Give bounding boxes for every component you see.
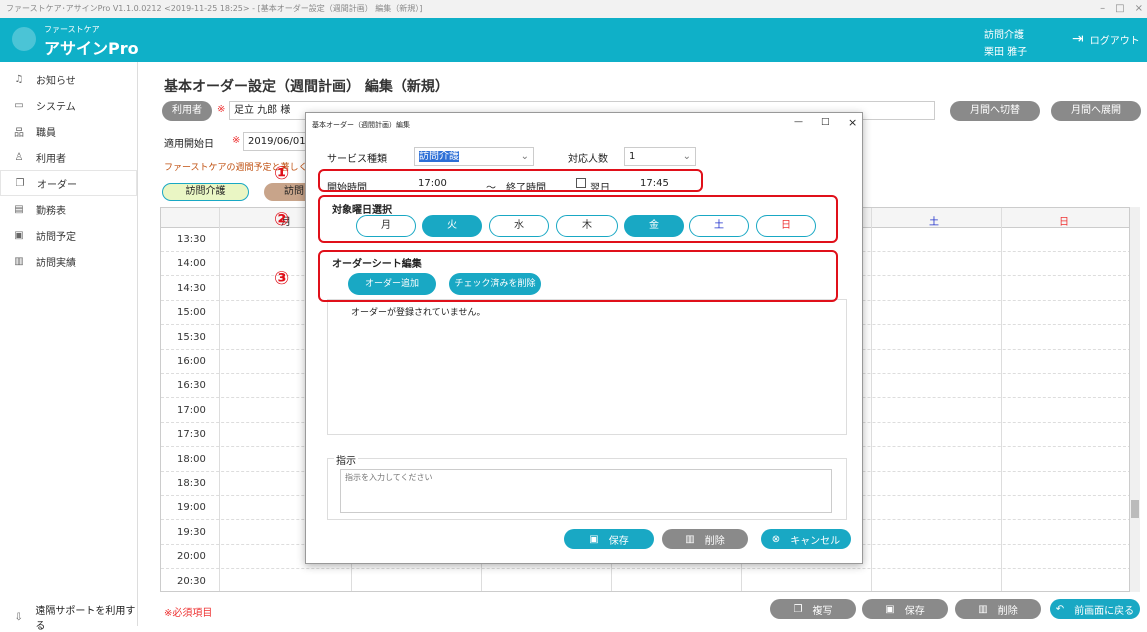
annotation-label-1: ① <box>274 163 290 184</box>
copy-icon: ❐ <box>15 177 25 189</box>
service-type-label: 訪問介護 <box>984 30 1024 41</box>
staff-count-select[interactable]: 1 ⌄ <box>624 147 696 166</box>
sidebar-item-visit-record[interactable]: ▥ 訪問実績 <box>0 248 137 274</box>
day-header-sun: 日 <box>1059 217 1069 228</box>
monitor-icon: ▭ <box>14 99 24 111</box>
sidebar-item-system[interactable]: ▭ システム <box>0 92 137 118</box>
chevron-down-icon: ⌄ <box>682 151 691 162</box>
schedule-icon: ▤ <box>14 203 24 215</box>
time-label: 19:00 <box>177 502 206 514</box>
sidebar-item-visit-plan[interactable]: ▣ 訪問予定 <box>0 222 137 248</box>
time-label: 14:00 <box>177 258 206 270</box>
order-list <box>327 299 847 435</box>
dialog-close-button[interactable]: × <box>848 116 857 129</box>
empty-order-message: オーダーが登録されていません。 <box>351 308 486 318</box>
logout-button[interactable]: ⇥ ログアウト <box>1072 31 1140 47</box>
close-button[interactable]: × <box>1135 0 1143 18</box>
minimize-button[interactable]: – <box>1100 0 1105 18</box>
grid-scrollbar[interactable] <box>1130 207 1140 592</box>
sidebar-item-users[interactable]: ♙ 利用者 <box>0 144 137 170</box>
service-type-label: サービス種類 <box>327 154 387 165</box>
staff-count-label: 対応人数 <box>568 154 608 165</box>
time-label: 15:30 <box>177 331 206 343</box>
dialog-minimize-button[interactable]: — <box>794 117 803 127</box>
start-date-label: 適用開始日 <box>164 139 214 150</box>
report-icon: ▥ <box>14 255 24 267</box>
annotation-box-3 <box>318 250 838 302</box>
sidebar-item-schedule[interactable]: ▤ 勤務表 <box>0 196 137 222</box>
main-delete-button[interactable]: ▥ 削除 <box>955 599 1041 619</box>
time-label: 18:00 <box>177 453 206 465</box>
time-label: 16:00 <box>177 356 206 367</box>
copy-button[interactable]: ❐ 複写 <box>770 599 856 619</box>
logo-name: アサインPro <box>44 39 139 58</box>
cancel-icon: ⊗ <box>771 533 781 545</box>
logo-subtitle: ファーストケア <box>44 25 100 34</box>
copy-icon: ❐ <box>793 603 803 615</box>
trash-icon: ▥ <box>685 533 695 545</box>
save-icon: ▣ <box>885 603 895 615</box>
sidebar-item-notice[interactable]: ♫ お知らせ <box>0 66 137 92</box>
remote-support-link[interactable]: ⇩ 遠隔サポートを利用する <box>0 606 138 632</box>
required-mark: ※ <box>232 135 241 146</box>
day-header-sat: 土 <box>929 217 939 228</box>
time-label: 14:30 <box>177 282 206 294</box>
annotation-box-1 <box>318 169 703 192</box>
time-label: 13:30 <box>177 234 206 245</box>
bell-icon: ♫ <box>14 73 24 85</box>
required-mark: ※ <box>217 104 226 115</box>
sidebar-item-staff[interactable]: 品職員 <box>0 118 137 144</box>
user-select-button[interactable]: 利用者 <box>162 101 212 121</box>
annotation-label-2: ② <box>274 209 290 230</box>
window-title: ファーストケア･アサインPro V1.1.0.0212 <2019-11-25 … <box>6 4 423 13</box>
logout-icon: ⇥ <box>1072 31 1084 47</box>
tab-service-home-care[interactable]: 訪問介護 <box>162 183 249 201</box>
dialog-title: 基本オーダー（週間計画）編集 <box>312 121 410 129</box>
dialog-save-button[interactable]: ▣ 保存 <box>564 529 654 549</box>
monthly-expand-button[interactable]: 月間へ展開 <box>1051 101 1141 121</box>
order-edit-dialog: 基本オーダー（週間計画）編集 — □ × サービス種類 訪問介護 ⌄ 対応人数 1… <box>274 112 863 564</box>
chevron-down-icon: ⌄ <box>520 151 529 162</box>
trash-icon: ▥ <box>978 603 988 615</box>
window-title-bar: ファーストケア･アサインPro V1.1.0.0212 <2019-11-25 … <box>0 0 1147 18</box>
time-label: 16:30 <box>177 380 206 392</box>
back-icon: ↶ <box>1055 603 1065 615</box>
logo-icon <box>12 27 36 51</box>
main-save-button[interactable]: ▣ 保存 <box>862 599 948 619</box>
monthly-switch-button[interactable]: 月間へ切替 <box>950 101 1040 121</box>
dialog-maximize-button[interactable]: □ <box>821 117 830 127</box>
back-button[interactable]: ↶ 前画面に戻る <box>1050 599 1140 619</box>
time-label: 20:00 <box>177 551 206 563</box>
sidebar: ♫ お知らせ ▭ システム 品職員 ♙ 利用者 ❐ オーダー ▤ 勤務表 ▣ 訪問予定 ▥ 訪… <box>0 62 138 626</box>
app-header: ファーストケア アサインPro 訪問介護 栗田 雅子 ⇥ ログアウト <box>0 18 1147 62</box>
user-icon: ♙ <box>14 151 24 163</box>
calendar-icon: ▣ <box>14 229 24 241</box>
start-date-field[interactable]: 2019/06/01 <box>243 132 313 151</box>
save-icon: ▣ <box>589 533 599 545</box>
required-note: ※必須項目 <box>164 608 213 619</box>
service-type-select[interactable]: 訪問介護 ⌄ <box>414 147 534 166</box>
staff-icon: 品 <box>14 127 24 139</box>
time-label: 20:30 <box>177 575 206 587</box>
annotation-box-2 <box>318 195 838 243</box>
page-title: 基本オーダー設定（週間計画） 編集（新規） <box>164 79 449 95</box>
time-label: 17:30 <box>177 429 206 441</box>
annotation-label-3: ③ <box>274 268 290 289</box>
schedule-note: ファーストケアの週間予定と著しく時間 <box>164 163 326 173</box>
time-label: 15:00 <box>177 307 206 319</box>
sidebar-item-orders[interactable]: ❐ オーダー <box>0 170 137 196</box>
time-label: 18:30 <box>177 478 206 489</box>
time-label: 17:00 <box>177 404 206 416</box>
dialog-delete-button[interactable]: ▥ 削除 <box>662 529 748 549</box>
instruction-textarea[interactable] <box>340 469 832 513</box>
window-controls: – □ × <box>1100 0 1143 18</box>
remote-icon: ⇩ <box>14 611 23 623</box>
instruction-label: 指示 <box>334 452 358 467</box>
restore-button[interactable]: □ <box>1115 0 1124 18</box>
time-label: 19:30 <box>177 526 206 538</box>
scrollbar-thumb[interactable] <box>1131 500 1139 518</box>
logged-in-user: 栗田 雅子 <box>984 47 1028 58</box>
time-row: 20:30 <box>161 570 1129 591</box>
dialog-cancel-button[interactable]: ⊗ キャンセル <box>761 529 851 549</box>
